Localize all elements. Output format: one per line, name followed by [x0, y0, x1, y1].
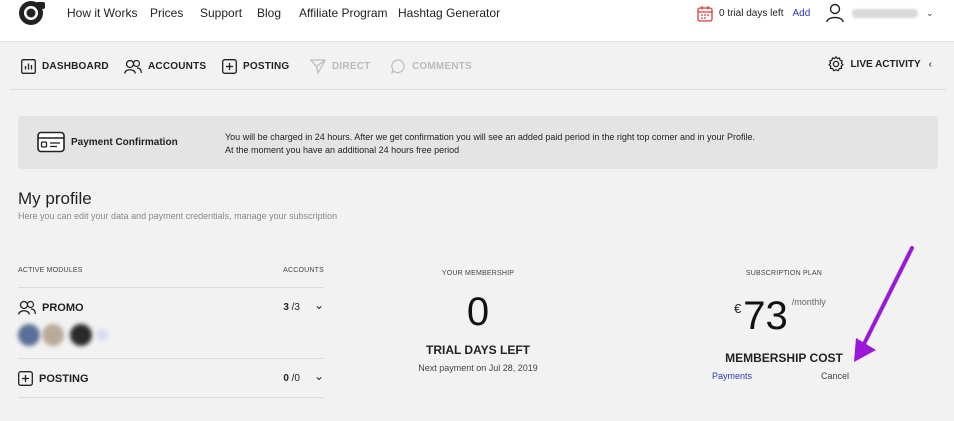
banner-message-line-1: You will be charged in 24 hours. After w…	[225, 132, 755, 142]
banner-message-line-2: At the moment you have an additional 24 …	[225, 145, 460, 155]
account-avatars	[18, 324, 110, 346]
nav-affiliate-program[interactable]: Affiliate Program	[299, 6, 387, 20]
accounts-icon	[124, 59, 142, 74]
account-avatar[interactable]	[70, 324, 92, 346]
add-days-link[interactable]: Add	[792, 8, 810, 19]
module-posting-label: POSTING	[39, 372, 89, 385]
credit-card-icon	[37, 131, 65, 153]
comment-icon	[391, 58, 405, 74]
account-avatar[interactable]	[42, 324, 64, 346]
module-promo-total: /3	[291, 302, 300, 313]
plan-price: € 73 /monthly	[734, 293, 826, 339]
module-row-posting: POSTING 0 /0 ⌄	[18, 358, 324, 398]
module-posting-total: /0	[291, 373, 300, 384]
payments-link[interactable]: Payments	[712, 371, 752, 381]
subscription-plan-label: SUBSCRIPTION PLAN	[745, 270, 823, 277]
tab-posting-label: POSTING	[243, 60, 290, 72]
nav-prices[interactable]: Prices	[150, 6, 183, 20]
module-posting-used: 0	[283, 373, 289, 384]
nav-hashtag-generator[interactable]: Hashtag Generator	[398, 6, 500, 20]
user-menu[interactable]: ⌄	[826, 2, 934, 24]
top-navigation-bar: How it Works Prices Support Blog Affilia…	[0, 0, 954, 42]
expand-chevron-icon[interactable]: ⌄	[314, 298, 324, 312]
tab-dashboard[interactable]: DASHBOARD	[21, 56, 109, 76]
membership-panel: YOUR MEMBERSHIP 0 TRIAL DAYS LEFT Next p…	[398, 270, 558, 373]
module-posting-name: POSTING	[18, 371, 89, 386]
tab-accounts[interactable]: ACCOUNTS	[124, 56, 206, 76]
nav-blog[interactable]: Blog	[257, 6, 281, 20]
nav-support[interactable]: Support	[200, 6, 242, 20]
page-title: My profile	[18, 189, 92, 208]
accounts-icon	[18, 300, 36, 315]
paper-plane-icon	[310, 58, 326, 74]
accounts-header: ACCOUNTS	[283, 267, 324, 274]
currency-symbol: €	[734, 301, 742, 316]
membership-cost-caption: MEMBERSHIP COST	[725, 351, 843, 365]
tab-direct[interactable]: DIRECT	[310, 56, 370, 76]
user-icon	[826, 3, 844, 23]
expand-chevron-icon[interactable]: ⌄	[314, 369, 324, 383]
tab-direct-label: DIRECT	[332, 60, 371, 72]
page-subtitle: Here you can edit your data and payment …	[18, 211, 338, 221]
username-blurred	[852, 8, 918, 18]
module-promo-name: PROMO	[18, 300, 84, 315]
annotation-arrow-icon	[854, 246, 914, 362]
banner-message: You will be charged in 24 hours. After w…	[225, 131, 755, 157]
module-promo-count: 3 /3	[283, 302, 300, 313]
app-logo[interactable]	[16, 0, 48, 28]
tab-comments[interactable]: COMMENTS	[391, 56, 472, 76]
module-promo-used: 3	[283, 302, 289, 313]
tab-accounts-label: ACCOUNTS	[148, 60, 207, 72]
add-square-icon	[222, 58, 237, 74]
live-activity-toggle[interactable]: LIVE ACTIVITY ‹	[828, 56, 932, 72]
dashboard-icon	[21, 58, 36, 74]
module-row-promo: PROMO 3 /3 ⌄	[18, 287, 324, 358]
tab-comments-label: COMMENTS	[412, 60, 472, 72]
chevron-left-icon: ‹	[928, 58, 932, 70]
module-posting-count: 0 /0	[283, 373, 300, 384]
tab-dashboard-label: DASHBOARD	[42, 60, 109, 72]
account-avatar[interactable]	[18, 324, 40, 346]
next-payment-date: Next payment on Jul 28, 2019	[418, 363, 538, 373]
add-square-icon	[18, 371, 33, 386]
more-accounts-indicator	[96, 329, 108, 341]
membership-label: YOUR MEMBERSHIP	[441, 270, 515, 277]
trial-days-value: 0	[466, 290, 490, 334]
tab-posting[interactable]: POSTING	[222, 56, 289, 76]
membership-cost-caption-wrap: MEMBERSHIP COST	[704, 351, 864, 365]
plan-period: /monthly	[791, 297, 826, 307]
gear-icon	[828, 56, 845, 72]
active-modules-header: ACTIVE MODULES	[18, 267, 83, 274]
trial-days-text: 0 trial days left	[719, 7, 784, 19]
nav-how-it-works[interactable]: How it Works	[67, 6, 137, 20]
subscription-plan-panel: SUBSCRIPTION PLAN	[704, 270, 864, 277]
module-toolbar: DASHBOARD ACCOUNTS POSTING DIRECT COMMEN…	[10, 42, 946, 90]
banner-title: Payment Confirmation	[71, 137, 178, 148]
plan-price-value: 73	[743, 294, 788, 338]
trial-days-caption: TRIAL DAYS LEFT	[425, 343, 530, 357]
trial-status: 0 trial days left Add	[697, 3, 810, 23]
cancel-subscription-link[interactable]: Cancel	[821, 371, 849, 381]
payment-confirmation-banner: Payment Confirmation You will be charged…	[18, 116, 938, 169]
live-activity-label: LIVE ACTIVITY	[850, 58, 921, 70]
chevron-down-icon: ⌄	[926, 7, 934, 18]
calendar-icon	[697, 5, 713, 22]
module-promo-label: PROMO	[42, 301, 84, 314]
